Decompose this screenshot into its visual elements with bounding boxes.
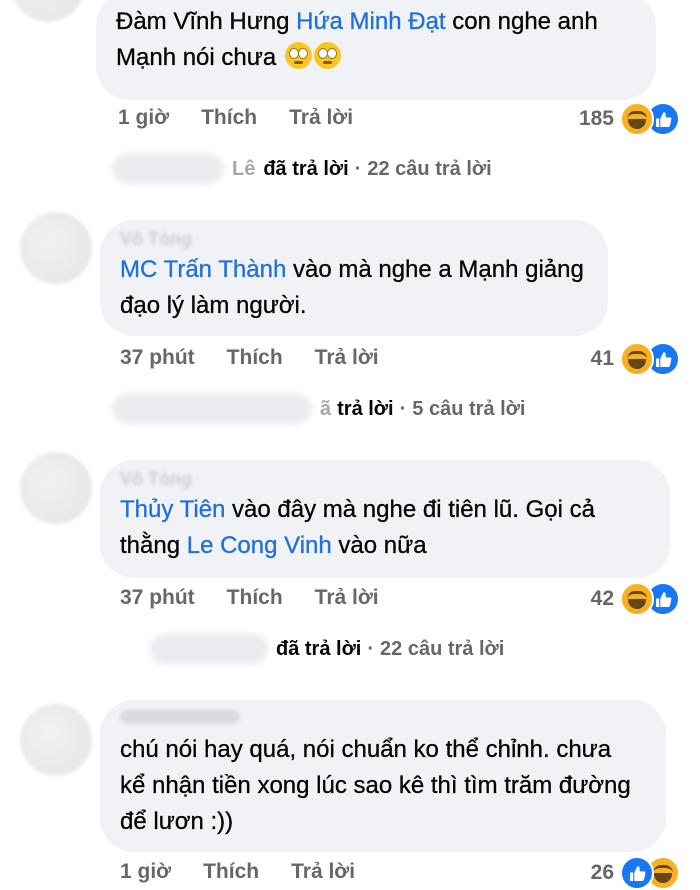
comment-text: chú nói hay quá, nói chuẩn ko thể chỉnh.… <box>120 736 631 835</box>
comment-timestamp[interactable]: 1 giờ <box>118 106 169 130</box>
view-replies-link[interactable]: ã trả lời · 5 câu trả lời <box>112 394 525 424</box>
comment-actions: 37 phút Thích Trả lời <box>120 346 379 370</box>
comment-author[interactable] <box>120 710 240 724</box>
face-with-rolling-eyes-icon <box>313 42 341 70</box>
comment-timestamp[interactable]: 37 phút <box>120 586 195 610</box>
comment-author[interactable]: Võ Tòng <box>120 468 646 490</box>
reaction-count: 42 <box>590 587 614 610</box>
haha-reaction-icon <box>620 582 654 616</box>
comment-timestamp[interactable]: 1 giờ <box>120 860 171 884</box>
reply-button[interactable]: Trả lời <box>315 586 379 610</box>
mention-link[interactable]: MC Trấn Thành <box>120 256 287 283</box>
replier-name: Lê <box>232 157 256 180</box>
comment-bubble: Võ Tòng MC Trấn Thành vào mà nghe a Mạnh… <box>100 220 608 336</box>
comment-actions: 1 giờ Thích Trả lời <box>118 106 353 130</box>
replier-avatars <box>150 634 268 664</box>
reaction-count: 41 <box>590 347 614 370</box>
comment-text: Đàm Vĩnh Hưng Hứa Minh Đạt con nghe anh … <box>116 8 598 71</box>
comment-actions: 1 giờ Thích Trả lời <box>120 860 355 884</box>
like-button[interactable]: Thích <box>227 586 283 610</box>
reply-status: trả lời <box>337 397 394 420</box>
comment-text: Thủy Tiên vào đây mà nghe đi tiên lũ. Gọ… <box>120 496 595 559</box>
replier-avatars <box>112 394 312 424</box>
mention-link[interactable]: Hứa Minh Đạt <box>296 8 446 35</box>
reply-button[interactable]: Trả lời <box>315 346 379 370</box>
comment-timestamp[interactable]: 37 phút <box>120 346 195 370</box>
like-reaction-icon <box>620 856 654 890</box>
view-replies-link[interactable]: Lê đã trả lời · 22 câu trả lời <box>112 154 492 184</box>
separator-dot: · <box>367 637 375 660</box>
avatar[interactable] <box>20 212 92 284</box>
comment-bubble: Võ Tòng Thủy Tiên vào đây mà nghe đi tiê… <box>100 460 670 578</box>
face-with-rolling-eyes-icon <box>284 42 312 70</box>
mention-link[interactable]: Thủy Tiên <box>120 496 226 523</box>
reply-button[interactable]: Trả lời <box>289 106 353 130</box>
replier-name: ã <box>320 397 332 420</box>
haha-reaction-icon <box>620 342 654 376</box>
avatar[interactable] <box>20 704 92 776</box>
reply-status: đã trả lời <box>263 157 349 180</box>
reply-status: đã trả lời <box>276 637 362 660</box>
view-replies-link[interactable]: đã trả lời · 22 câu trả lời <box>150 634 504 664</box>
comment-actions: 37 phút Thích Trả lời <box>120 586 379 610</box>
reaction-summary[interactable]: 42 <box>591 582 680 616</box>
avatar[interactable] <box>20 452 92 524</box>
reaction-summary[interactable]: 26 <box>591 856 680 890</box>
comment-text: MC Trấn Thành vào mà nghe a Mạnh giảng đ… <box>120 256 584 319</box>
reaction-count: 185 <box>578 107 614 130</box>
reply-count: 22 câu trả lời <box>380 637 505 660</box>
like-button[interactable]: Thích <box>203 860 259 884</box>
mention-link[interactable]: Le Cong Vinh <box>187 532 332 559</box>
like-button[interactable]: Thích <box>201 106 257 130</box>
reply-count: 22 câu trả lời <box>367 157 492 180</box>
reaction-count: 26 <box>590 861 614 884</box>
separator-dot: · <box>354 157 362 180</box>
reply-button[interactable]: Trả lời <box>291 860 355 884</box>
reaction-summary[interactable]: 185 <box>579 102 680 136</box>
replier-avatars <box>112 154 224 184</box>
reaction-summary[interactable]: 41 <box>591 342 680 376</box>
comment-bubble: Đàm Vĩnh Hưng Hứa Minh Đạt con nghe anh … <box>96 0 656 100</box>
haha-reaction-icon <box>620 102 654 136</box>
separator-dot: · <box>399 397 407 420</box>
avatar[interactable] <box>12 0 84 22</box>
comment-author[interactable]: Võ Tòng <box>120 228 584 250</box>
comment-bubble: chú nói hay quá, nói chuẩn ko thể chỉnh.… <box>100 700 666 852</box>
reply-count: 5 câu trả lời <box>412 397 526 420</box>
like-button[interactable]: Thích <box>227 346 283 370</box>
